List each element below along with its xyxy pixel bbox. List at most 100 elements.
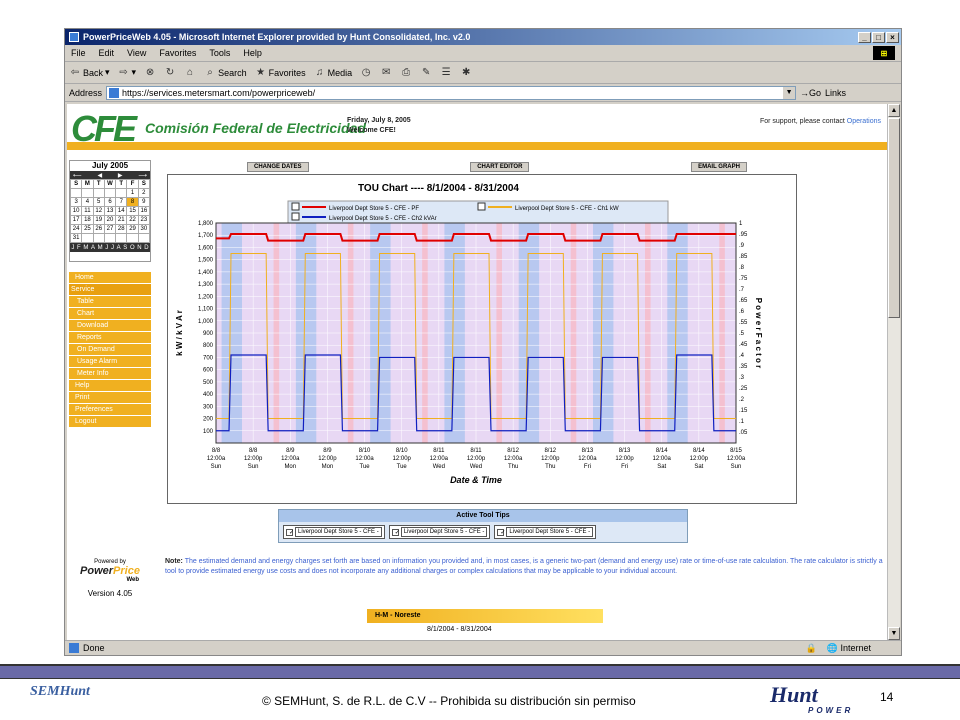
change-dates-button[interactable]: CHANGE DATES [247,162,309,172]
calendar-day[interactable]: 20 [103,215,117,225]
month-link[interactable]: F [77,245,81,251]
month-link[interactable]: J [71,245,74,251]
chevron-down-icon[interactable]: ▼ [783,86,796,99]
calendar-day[interactable]: 21 [115,215,128,225]
calendar-day[interactable]: 28 [115,224,128,234]
calendar-day[interactable]: 1 [126,188,139,198]
menu-file[interactable]: File [71,48,86,58]
calendar-day[interactable]: 24 [69,224,83,234]
month-link[interactable]: D [144,245,148,251]
nav-table[interactable]: Table [69,296,151,308]
nav-home[interactable]: Home [69,272,151,284]
calendar-day[interactable]: 25 [81,224,94,234]
tooltip-item[interactable]: ✓ Liverpool Dept Store 5 - CFE - [283,525,385,539]
calendar-day[interactable]: 7 [115,197,128,207]
month-link[interactable]: S [123,245,127,251]
calendar-day[interactable]: 18 [81,215,94,225]
calendar-day[interactable]: 30 [137,224,151,234]
month-link[interactable]: M [83,245,88,251]
nav-logout[interactable]: Logout [69,416,151,428]
print-icon[interactable]: ⎙ [400,67,412,79]
calendar-day[interactable]: 17 [69,215,83,225]
links-button[interactable]: Links [825,88,846,98]
maximize-icon[interactable]: □ [872,31,885,43]
calendar-day[interactable]: 13 [103,206,117,216]
scroll-thumb[interactable] [888,118,900,318]
nav-service[interactable]: Service [69,284,151,296]
nav-reports[interactable]: Reports [69,332,151,344]
minimize-icon[interactable]: _ [858,31,871,43]
tooltip-item[interactable]: ✓ Liverpool Dept Store 5 - CFE - [494,525,597,539]
month-link[interactable]: M [98,245,103,251]
tooltip-item[interactable]: ✓ Liverpool Dept Store 5 - CFE - [388,525,491,539]
nav-on-demand[interactable]: On Demand [69,344,151,356]
calendar-day[interactable]: 15 [126,206,139,216]
scroll-down-icon[interactable]: ▼ [888,627,900,640]
calendar-day[interactable]: 5 [92,197,105,207]
favorites-button[interactable]: ★ Favorites [255,67,306,79]
go-button[interactable]: →Go [800,88,821,98]
home-icon[interactable]: ⌂ [184,67,196,79]
menu-tools[interactable]: Tools [209,48,230,58]
scroll-up-icon[interactable]: ▲ [888,104,900,117]
vertical-scrollbar[interactable]: ▲ ▼ [887,104,900,640]
menu-view[interactable]: View [127,48,146,58]
calendar-day[interactable]: 2 [137,188,151,198]
calendar-day[interactable]: 16 [137,206,151,216]
next-month-icon[interactable]: ⟶ [138,172,147,179]
prev-icon[interactable]: ◀ [97,172,102,179]
calendar-day[interactable]: 4 [81,197,94,207]
calendar-day[interactable]: 19 [92,215,105,225]
calendar-day[interactable]: 31 [69,233,83,243]
close-icon[interactable]: × [886,31,899,43]
refresh-icon[interactable]: ↻ [164,67,176,79]
nav-preferences[interactable]: Preferences [69,404,151,416]
calendar-day[interactable]: 10 [69,206,83,216]
calendar-day[interactable]: 12 [92,206,105,216]
discuss-icon[interactable]: ☰ [440,67,452,79]
calendar-day[interactable]: 3 [69,197,83,207]
checkbox[interactable]: ✓ [391,528,400,536]
calendar-day[interactable]: 6 [103,197,117,207]
checkbox[interactable]: ✓ [286,528,294,536]
email-graph-button[interactable]: EMAIL GRAPH [691,162,747,172]
menu-edit[interactable]: Edit [99,48,115,58]
next-icon[interactable]: ▶ [118,172,123,179]
history-icon[interactable]: ◷ [360,67,372,79]
messenger-icon[interactable]: ✱ [460,67,472,79]
address-input[interactable]: https://services.metersmart.com/powerpri… [106,85,797,100]
chart-editor-button[interactable]: CHART EDITOR [470,162,530,172]
calendar-day[interactable]: 9 [137,197,151,207]
calendar-day[interactable]: 26 [92,224,105,234]
menu-help[interactable]: Help [243,48,262,58]
back-button[interactable]: ⇦ Back ▾ [69,67,110,79]
menu-favorites[interactable]: Favorites [159,48,196,58]
calendar-day[interactable]: 11 [81,206,94,216]
nav-meter-info[interactable]: Meter Info [69,368,151,380]
calendar-day[interactable]: 22 [126,215,139,225]
operations-link[interactable]: Operations [847,118,881,125]
calendar-day[interactable]: 23 [137,215,151,225]
nav-print[interactable]: Print [69,392,151,404]
calendar-day[interactable]: 14 [115,206,128,216]
nav-chart[interactable]: Chart [69,308,151,320]
nav-help[interactable]: Help [69,380,151,392]
media-button[interactable]: ♫ Media [314,67,352,79]
calendar-day[interactable]: 8 [126,197,139,207]
checkbox[interactable]: ✓ [497,528,505,536]
month-link[interactable]: A [91,245,95,251]
search-button[interactable]: ⌕ Search [204,67,246,79]
stop-icon[interactable]: ⊗ [144,67,156,79]
month-link[interactable]: J [111,245,114,251]
calendar-day[interactable]: 27 [103,224,117,234]
nav-usage-alarm[interactable]: Usage Alarm [69,356,151,368]
calendar-day[interactable]: 29 [126,224,139,234]
month-link[interactable]: J [105,245,108,251]
month-link[interactable]: N [137,245,141,251]
mail-icon[interactable]: ✉ [380,67,392,79]
month-link[interactable]: O [130,245,135,251]
nav-download[interactable]: Download [69,320,151,332]
edit-icon[interactable]: ✎ [420,67,432,79]
prev-month-icon[interactable]: ⟵ [73,172,82,179]
month-link[interactable]: A [117,245,121,251]
